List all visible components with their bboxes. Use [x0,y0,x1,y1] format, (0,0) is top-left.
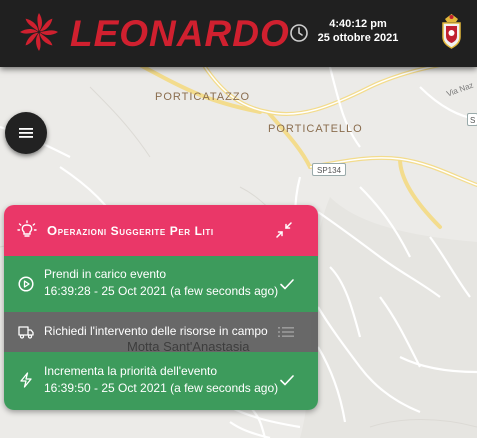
operation-label: Richiedi l'intervento delle risorse in c… [44,324,268,338]
operation-text: Incrementa la priorità dell'evento 16:39… [44,363,278,397]
leonardo-logo-icon [20,13,58,51]
app-header: LEONARDO 4:40:12 pm 25 ottobre 2021 [0,0,477,67]
operation-timestamp: 16:39:50 - 25 Oct 2021 (a few seconds ag… [44,381,279,395]
clock-icon [290,24,308,42]
hamburger-menu-icon [19,128,33,138]
check-icon [280,375,294,386]
operation-take-charge[interactable]: Prendi in carico evento 16:39:28 - 25 Oc… [4,256,318,312]
panel-title: Operazioni Suggerite Per Liti [47,223,214,238]
brand-name: LEONARDO [70,13,290,54]
lightbulb-icon [17,220,37,237]
map-label-porticatazzo: PORTICATAZZO [155,91,251,103]
current-date: 25 ottobre 2021 [317,32,399,44]
operation-timestamp: 16:39:28 - 25 Oct 2021 (a few seconds ag… [44,284,279,298]
road-badge-edge: S [467,113,477,126]
check-icon [280,279,294,290]
operation-text: Prendi in carico evento 16:39:28 - 25 Oc… [44,266,278,300]
operation-label: Prendi in carico evento [44,267,167,281]
map-label-porticatello: PORTICATELLO [268,123,363,135]
operation-label: Incrementa la priorità dell'evento [44,364,218,378]
play-circle-icon [18,276,34,292]
collapse-icon[interactable] [276,222,292,238]
operation-increase-priority[interactable]: Incrementa la priorità dell'evento 16:39… [4,352,318,410]
list-icon [278,327,294,337]
current-time: 4:40:12 pm [329,18,387,30]
header-datetime: 4:40:12 pm 25 ottobre 2021 [312,17,404,45]
suggested-operations-panel: Operazioni Suggerite Per Liti Prendi in … [4,205,318,410]
lightning-bolt-icon [20,372,32,388]
truck-icon [18,326,34,339]
police-crest-icon [442,14,461,49]
panel-header: Operazioni Suggerite Per Liti [4,205,318,256]
map-label-motta: Motta Sant'Anastasia [127,339,250,354]
road-badge-sp134: SP134 [312,163,347,176]
menu-button[interactable] [5,112,47,154]
